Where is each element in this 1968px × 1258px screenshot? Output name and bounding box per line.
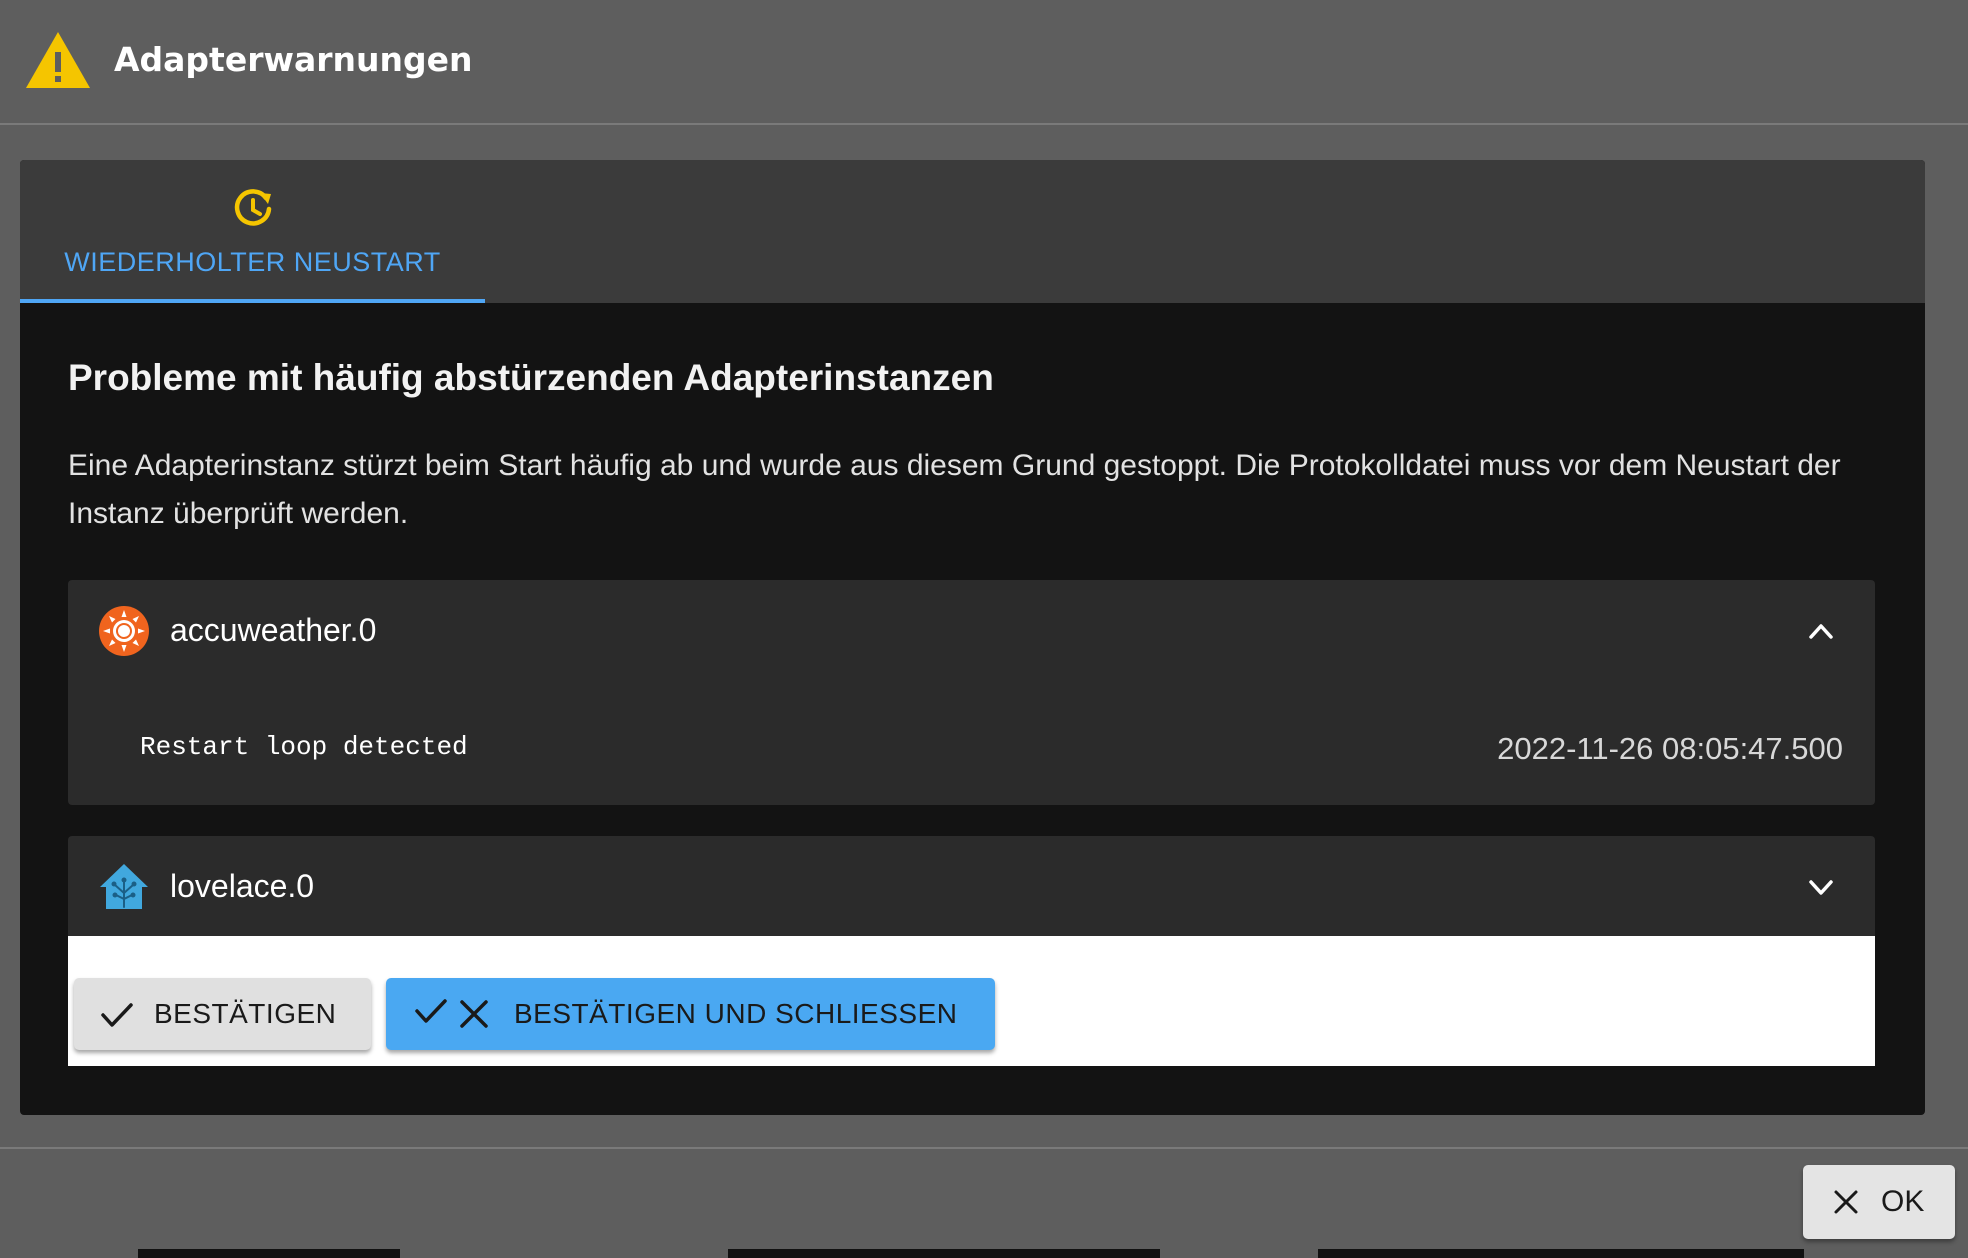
ok-label: OK xyxy=(1881,1185,1925,1218)
background-strip xyxy=(728,1249,1160,1258)
instance-accordion-accuweather: accuweather.0 Restart loop detected 2022… xyxy=(68,580,1875,805)
warning-icon xyxy=(26,32,90,88)
adapter-warnings-dialog: Adapterwarnungen WIEDERHOLTER NEUSTART P… xyxy=(0,0,1968,1258)
tab-active-indicator xyxy=(20,299,485,303)
confirm-label: BESTÄTIGEN xyxy=(154,998,337,1029)
confirm-and-close-label: BESTÄTIGEN UND SCHLIESSEN xyxy=(514,998,958,1029)
dialog-title: Adapterwarnungen xyxy=(114,40,473,79)
confirm-button[interactable]: BESTÄTIGEN xyxy=(74,978,371,1050)
actions-bar: BESTÄTIGEN BESTÄTIGEN UND SCHLIESSEN xyxy=(68,936,1875,1066)
close-icon xyxy=(1834,1190,1858,1214)
chevron-down-icon[interactable] xyxy=(1804,870,1838,904)
chevron-up-icon[interactable] xyxy=(1804,614,1838,648)
close-icon xyxy=(460,1000,488,1028)
dialog-header: Adapterwarnungen xyxy=(0,0,1968,125)
warnings-panel: WIEDERHOLTER NEUSTART Probleme mit häufi… xyxy=(20,160,1925,1115)
footer-divider xyxy=(0,1147,1968,1149)
restart-clock-icon xyxy=(234,189,272,226)
accuweather-sun-icon xyxy=(99,606,149,656)
content-heading: Probleme mit häufig abstürzenden Adapter… xyxy=(68,357,994,398)
log-timestamp: 2022-11-26 08:05:47.500 xyxy=(1497,731,1843,766)
tab-label: WIEDERHOLTER NEUSTART xyxy=(64,247,441,277)
instance-name: lovelace.0 xyxy=(170,868,315,904)
content-description: Eine Adapterinstanz stürzt beim Start hä… xyxy=(68,449,1841,530)
instance-name: accuweather.0 xyxy=(170,612,377,648)
tab-bar: WIEDERHOLTER NEUSTART xyxy=(20,160,1925,303)
background-strip xyxy=(1318,1249,1804,1258)
lovelace-house-icon xyxy=(100,864,148,909)
ok-button[interactable]: OK xyxy=(1803,1165,1955,1239)
instance-accordion-lovelace: lovelace.0 xyxy=(68,836,1875,936)
accordion-header-accuweather[interactable]: accuweather.0 xyxy=(68,580,1875,680)
check-icon xyxy=(101,1003,133,1027)
background-strip xyxy=(138,1249,400,1258)
confirm-and-close-button[interactable]: BESTÄTIGEN UND SCHLIESSEN xyxy=(386,978,995,1050)
tab-repeated-restart[interactable]: WIEDERHOLTER NEUSTART xyxy=(20,160,485,303)
log-message: Restart loop detected xyxy=(140,732,468,762)
check-icon xyxy=(415,999,447,1023)
accordion-header-lovelace[interactable]: lovelace.0 xyxy=(68,836,1875,936)
